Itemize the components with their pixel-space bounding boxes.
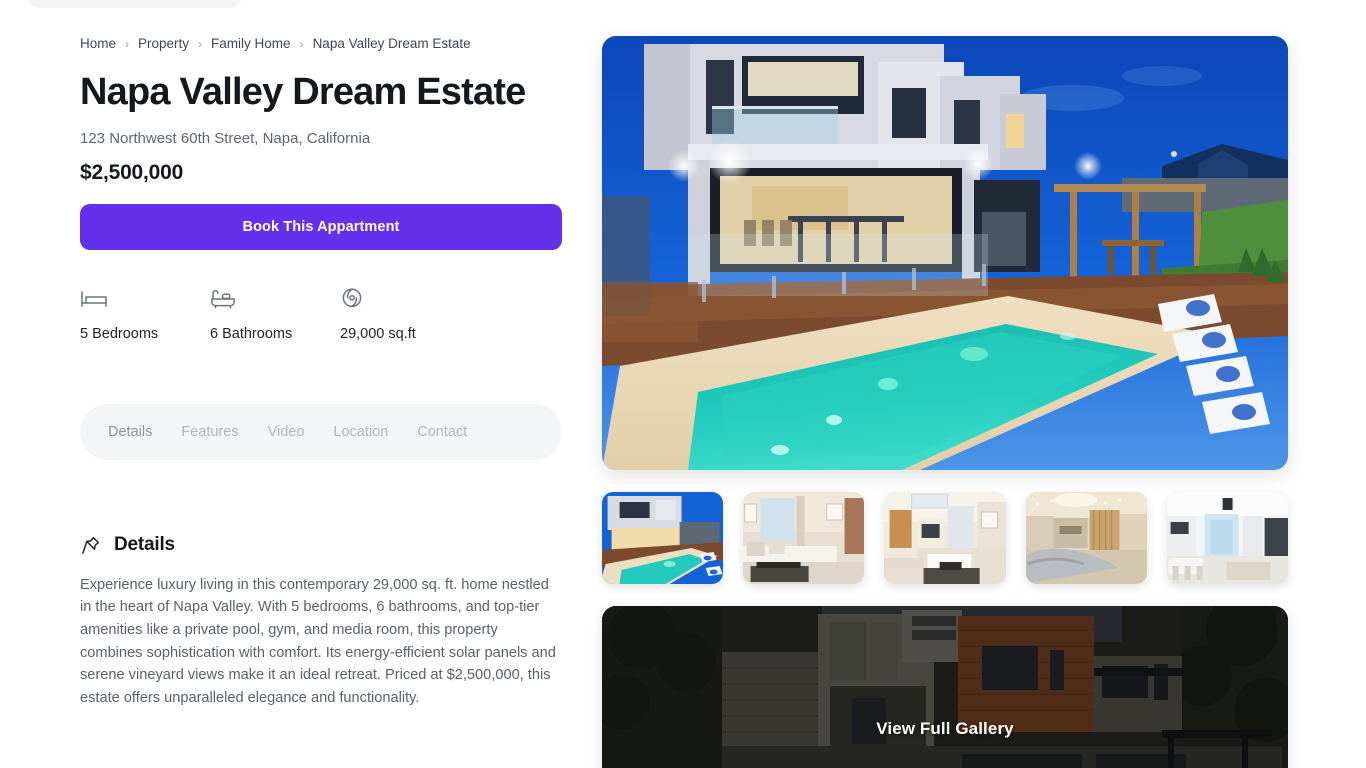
thumbnail-2-image	[743, 492, 865, 584]
breadcrumb-item-property[interactable]: Property	[138, 36, 189, 51]
spec-bathrooms: 6 Bathrooms	[210, 284, 340, 342]
breadcrumb-item-home[interactable]: Home	[80, 36, 116, 51]
tab-details[interactable]: Details	[108, 424, 152, 440]
page-title: Napa Valley Dream Estate	[80, 71, 526, 113]
tab-contact[interactable]: Contact	[417, 424, 467, 440]
bathtub-icon	[210, 284, 340, 310]
view-full-gallery-label: View Full Gallery	[876, 719, 1014, 738]
pushpin-icon	[80, 534, 102, 556]
property-price: $2,500,000	[80, 160, 184, 184]
chevron-right-icon: ›	[198, 36, 203, 51]
details-heading-row: Details	[80, 534, 570, 556]
thumbnail-2[interactable]	[743, 492, 865, 584]
breadcrumb-item-current: Napa Valley Dream Estate	[312, 36, 471, 51]
thumbnail-strip	[602, 492, 1289, 584]
details-heading: Details	[114, 533, 175, 555]
details-description: Experience luxury living in this contemp…	[80, 576, 556, 706]
tab-video[interactable]: Video	[268, 424, 305, 440]
thumbnail-3[interactable]	[884, 492, 1006, 584]
breadcrumb-item-family-home[interactable]: Family Home	[211, 36, 291, 51]
thumbnail-5[interactable]	[1166, 492, 1289, 584]
spec-area: 29,000 sq.ft	[340, 284, 470, 342]
thumbnail-5-image	[1166, 492, 1289, 584]
property-address: 123 Northwest 60th Street, Napa, Califor…	[80, 129, 371, 147]
book-apartment-button[interactable]: Book This Appartment	[80, 203, 562, 250]
breadcrumb: Home › Property › Family Home › Napa Val…	[80, 36, 570, 51]
property-detail-page: Home › Property › Family Home › Napa Val…	[0, 0, 1366, 768]
thumbnail-4-image	[1025, 492, 1147, 584]
gallery-preview-image	[602, 606, 1288, 768]
hero-illustration	[602, 36, 1288, 470]
tab-location[interactable]: Location	[333, 424, 388, 440]
view-full-gallery[interactable]: View Full Gallery	[602, 606, 1288, 768]
chevron-right-icon: ›	[125, 36, 130, 51]
spec-area-label: 29,000 sq.ft	[340, 325, 416, 342]
tab-features[interactable]: Features	[181, 424, 238, 440]
bed-icon	[80, 284, 210, 310]
media-column: View Full Gallery	[602, 36, 1289, 768]
thumbnail-1[interactable]	[602, 492, 724, 584]
spec-bedrooms-label: 5 Bedrooms	[80, 325, 159, 342]
header-stub	[28, 0, 242, 8]
area-icon	[340, 284, 470, 310]
property-specs: 5 Bedrooms 6 Bathrooms 29,000 sq.ft	[80, 284, 570, 342]
spec-bathrooms-label: 6 Bathrooms	[210, 325, 293, 342]
thumbnail-3-image	[884, 492, 1006, 584]
thumbnail-4[interactable]	[1025, 492, 1147, 584]
property-tabs: Details Features Video Location Contact	[80, 403, 562, 460]
hero-image[interactable]	[602, 36, 1288, 470]
thumbnail-1-image	[602, 492, 724, 584]
spec-bedrooms: 5 Bedrooms	[80, 284, 210, 342]
chevron-right-icon: ›	[299, 36, 304, 51]
listing-info-column: Home › Property › Family Home › Napa Val…	[80, 36, 570, 709]
